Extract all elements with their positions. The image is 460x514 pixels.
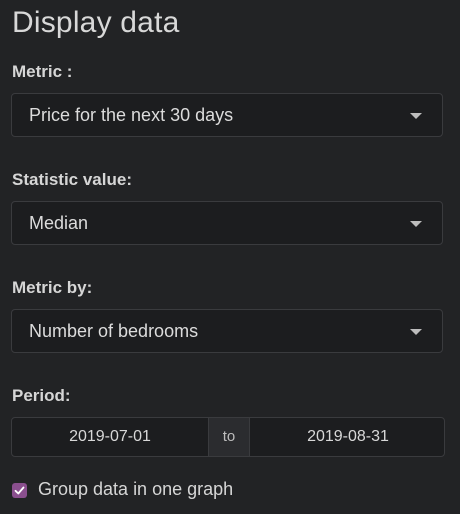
- metric-by-select[interactable]: Number of bedrooms: [11, 309, 443, 353]
- metric-by-label: Metric by:: [12, 278, 93, 297]
- display-data-panel: Display data Metric : Price for the next…: [0, 0, 460, 514]
- chevron-down-icon: [410, 113, 422, 119]
- chevron-down-icon: [410, 329, 422, 335]
- period-label: Period:: [12, 386, 71, 405]
- statistic-select-value: Median: [29, 213, 89, 233]
- panel-title: Display data: [12, 6, 180, 39]
- chevron-down-icon: [410, 221, 422, 227]
- metric-select-value: Price for the next 30 days: [29, 105, 234, 125]
- period-end-input[interactable]: 2019-08-31: [250, 418, 446, 456]
- group-data-checkbox[interactable]: [12, 482, 27, 498]
- period-range-separator: to: [208, 418, 250, 456]
- statistic-label: Statistic value:: [12, 170, 132, 189]
- metric-label: Metric :: [12, 62, 73, 81]
- group-data-label: Group data in one graph: [38, 478, 234, 499]
- period-start-input[interactable]: 2019-07-01: [12, 418, 208, 456]
- check-icon: [14, 486, 25, 494]
- period-date-range: 2019-07-01 to 2019-08-31: [11, 417, 445, 457]
- statistic-select[interactable]: Median: [11, 201, 443, 245]
- metric-by-select-value: Number of bedrooms: [29, 321, 199, 341]
- group-data-option[interactable]: Group data in one graph: [12, 478, 233, 500]
- metric-select[interactable]: Price for the next 30 days: [11, 93, 443, 137]
